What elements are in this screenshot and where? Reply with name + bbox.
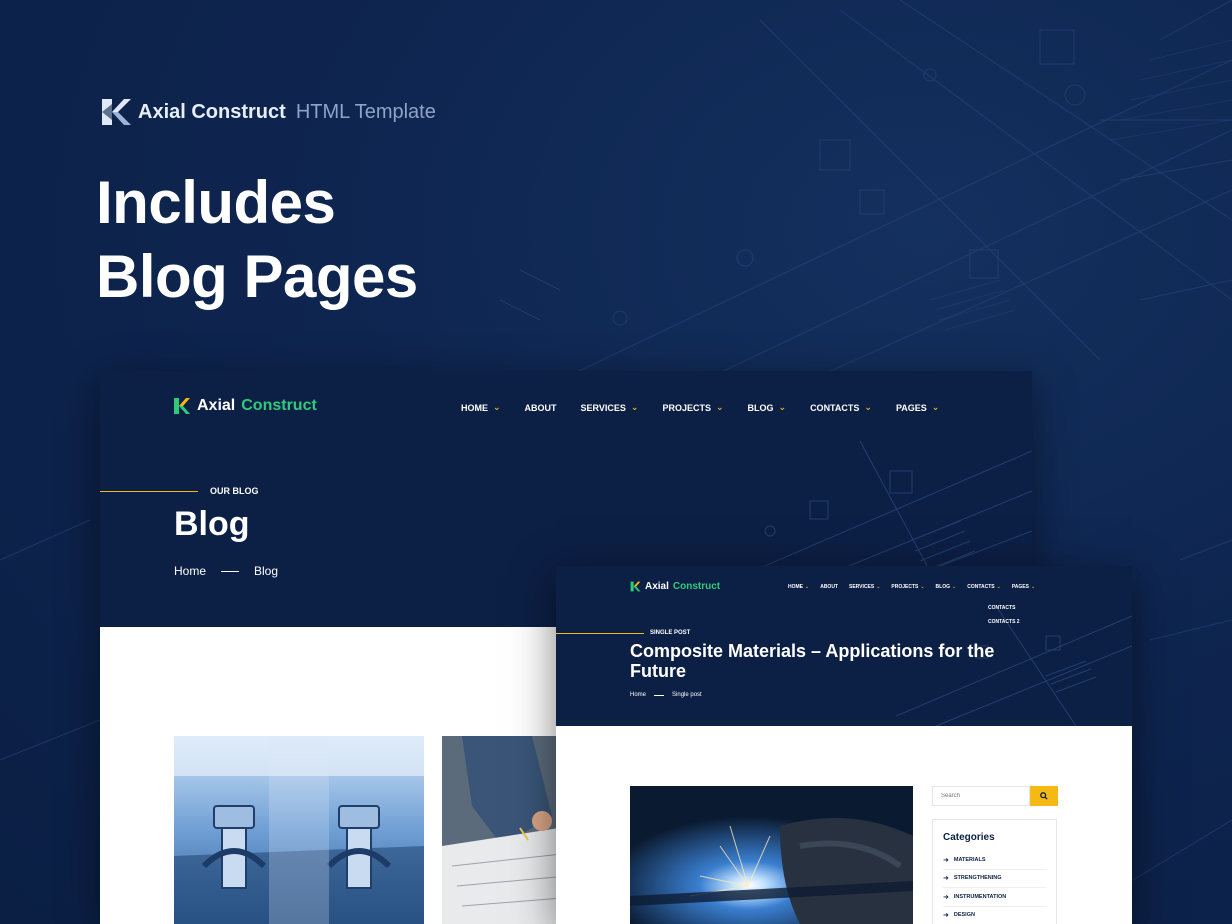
page-title: Blog xyxy=(174,505,250,543)
category-item[interactable]: ➜ STRENGTHENING xyxy=(943,870,1046,888)
nav-item-contacts[interactable]: CONTACTS ⌄ xyxy=(810,402,872,413)
logo-text-construct: Construct xyxy=(241,397,317,414)
nav-item-about[interactable]: ABOUT xyxy=(820,584,838,590)
search-icon xyxy=(1040,792,1048,800)
chevron-down-icon: ⌄ xyxy=(876,584,881,590)
chevron-down-icon: ⌄ xyxy=(996,584,1001,590)
nav-item-home[interactable]: HOME ⌄ xyxy=(461,402,501,413)
planning-image xyxy=(442,736,572,924)
chevron-down-icon: ⌄ xyxy=(931,402,940,412)
chevron-down-icon: ⌄ xyxy=(715,402,724,412)
single-post-mockup: Axial Construct HOME ⌄ ABOUT SERVICES ⌄ PR… xyxy=(556,566,1132,924)
post-featured-image xyxy=(630,786,913,924)
dropdown-item-contacts-2[interactable]: CONTACTS 2 xyxy=(988,615,1020,629)
template-brand: Axial Construct HTML Template xyxy=(100,96,436,128)
logo-text-axial: Axial xyxy=(197,397,236,414)
headline: Includes Blog Pages xyxy=(96,166,418,314)
brand-subtitle: HTML Template xyxy=(295,100,436,123)
nav-item-about[interactable]: ABOUT xyxy=(525,402,557,413)
chevron-down-icon: ⌄ xyxy=(805,584,810,590)
breadcrumb-separator xyxy=(221,570,240,572)
search-input[interactable] xyxy=(932,786,1030,806)
nav-item-pages[interactable]: PAGES ⌄ xyxy=(896,402,939,413)
breadcrumb-current: Blog xyxy=(254,564,279,578)
nav-item-home[interactable]: HOME ⌄ xyxy=(788,584,809,590)
arrow-right-icon: ➜ xyxy=(943,856,949,864)
breadcrumb-separator xyxy=(654,694,665,696)
search-button[interactable] xyxy=(1030,786,1058,806)
chevron-down-icon: ⌄ xyxy=(952,584,957,590)
eyebrow-line xyxy=(100,491,198,492)
breadcrumb-home[interactable]: Home xyxy=(174,564,206,578)
chevron-down-icon: ⌄ xyxy=(778,402,787,412)
category-item[interactable]: ➜ DESIGN xyxy=(943,907,1046,924)
category-item[interactable]: ➜ MATERIALS xyxy=(943,851,1046,870)
site-logo[interactable]: Axial Construct xyxy=(630,581,720,592)
welding-image xyxy=(630,786,913,924)
chevron-down-icon: ⌄ xyxy=(630,402,639,412)
chevron-down-icon: ⌄ xyxy=(920,584,925,590)
nav-item-services[interactable]: SERVICES ⌄ xyxy=(849,584,880,590)
categories-widget: Categories ➜ MATERIALS ➜ STRENGTHENING ➜ IN… xyxy=(932,819,1057,924)
nav-item-projects[interactable]: PROJECTS ⌄ xyxy=(662,402,723,413)
sidebar-search xyxy=(932,786,1058,806)
headline-line-1: Includes xyxy=(96,169,336,236)
headline-line-2: Blog Pages xyxy=(96,243,418,310)
eyebrow-label: OUR BLOG xyxy=(210,486,259,496)
post-hero: Axial Construct HOME ⌄ ABOUT SERVICES ⌄ PR… xyxy=(556,566,1132,726)
post-thumbnail-bolts[interactable] xyxy=(174,736,424,924)
site-logo[interactable]: Axial Construct xyxy=(173,397,317,415)
chevron-down-icon: ⌄ xyxy=(493,402,501,412)
brand-name: Axial Construct xyxy=(138,100,286,123)
arrow-right-icon: ➜ xyxy=(943,875,949,883)
dropdown-item-contacts[interactable]: CONTACTS xyxy=(988,601,1020,615)
post-thumbnail-planning[interactable] xyxy=(442,736,572,924)
nav-item-blog[interactable]: BLOG ⌄ xyxy=(936,584,957,590)
category-item[interactable]: ➜ INSTRUMENTATION xyxy=(943,888,1046,907)
eyebrow-label: SINGLE POST xyxy=(650,630,691,636)
logo-text-construct: Construct xyxy=(672,581,721,592)
eyebrow-line xyxy=(556,633,644,634)
post-title: Composite Materials – Applications for t… xyxy=(630,641,995,681)
site-logo-icon xyxy=(630,581,641,592)
arrow-right-icon: ➜ xyxy=(943,912,949,920)
main-nav: HOME ⌄ ABOUT SERVICES ⌄ PROJECTS ⌄ BLOG ⌄ CO… xyxy=(461,402,963,413)
slide-canvas: Axial Construct HTML Template Includes B… xyxy=(0,0,1232,924)
chevron-down-icon: ⌄ xyxy=(864,402,872,412)
axial-logo-icon xyxy=(102,99,131,125)
nav-item-blog[interactable]: BLOG ⌄ xyxy=(748,402,787,413)
nav-item-pages[interactable]: PAGES ⌄ xyxy=(1012,584,1035,590)
arrow-right-icon: ➜ xyxy=(943,893,949,901)
contacts-dropdown: CONTACTS CONTACTS 2 xyxy=(988,601,1020,629)
nav-item-projects[interactable]: PROJECTS ⌄ xyxy=(891,584,924,590)
chevron-down-icon: ⌄ xyxy=(1030,584,1036,590)
breadcrumb-home[interactable]: Home xyxy=(630,692,646,698)
main-nav: HOME ⌄ ABOUT SERVICES ⌄ PROJECTS ⌄ BLOG ⌄ CO… xyxy=(788,584,1046,590)
nav-item-services[interactable]: SERVICES ⌄ xyxy=(581,402,639,413)
logo-text-axial: Axial xyxy=(645,581,669,592)
breadcrumb: Home Single post xyxy=(630,692,702,698)
categories-heading: Categories xyxy=(943,832,995,843)
breadcrumb: Home Blog xyxy=(174,564,278,578)
nav-item-contacts[interactable]: CONTACTS ⌄ xyxy=(967,584,1001,590)
breadcrumb-current: Single post xyxy=(672,692,702,698)
site-logo-icon xyxy=(174,398,190,414)
bolts-image xyxy=(174,736,424,924)
